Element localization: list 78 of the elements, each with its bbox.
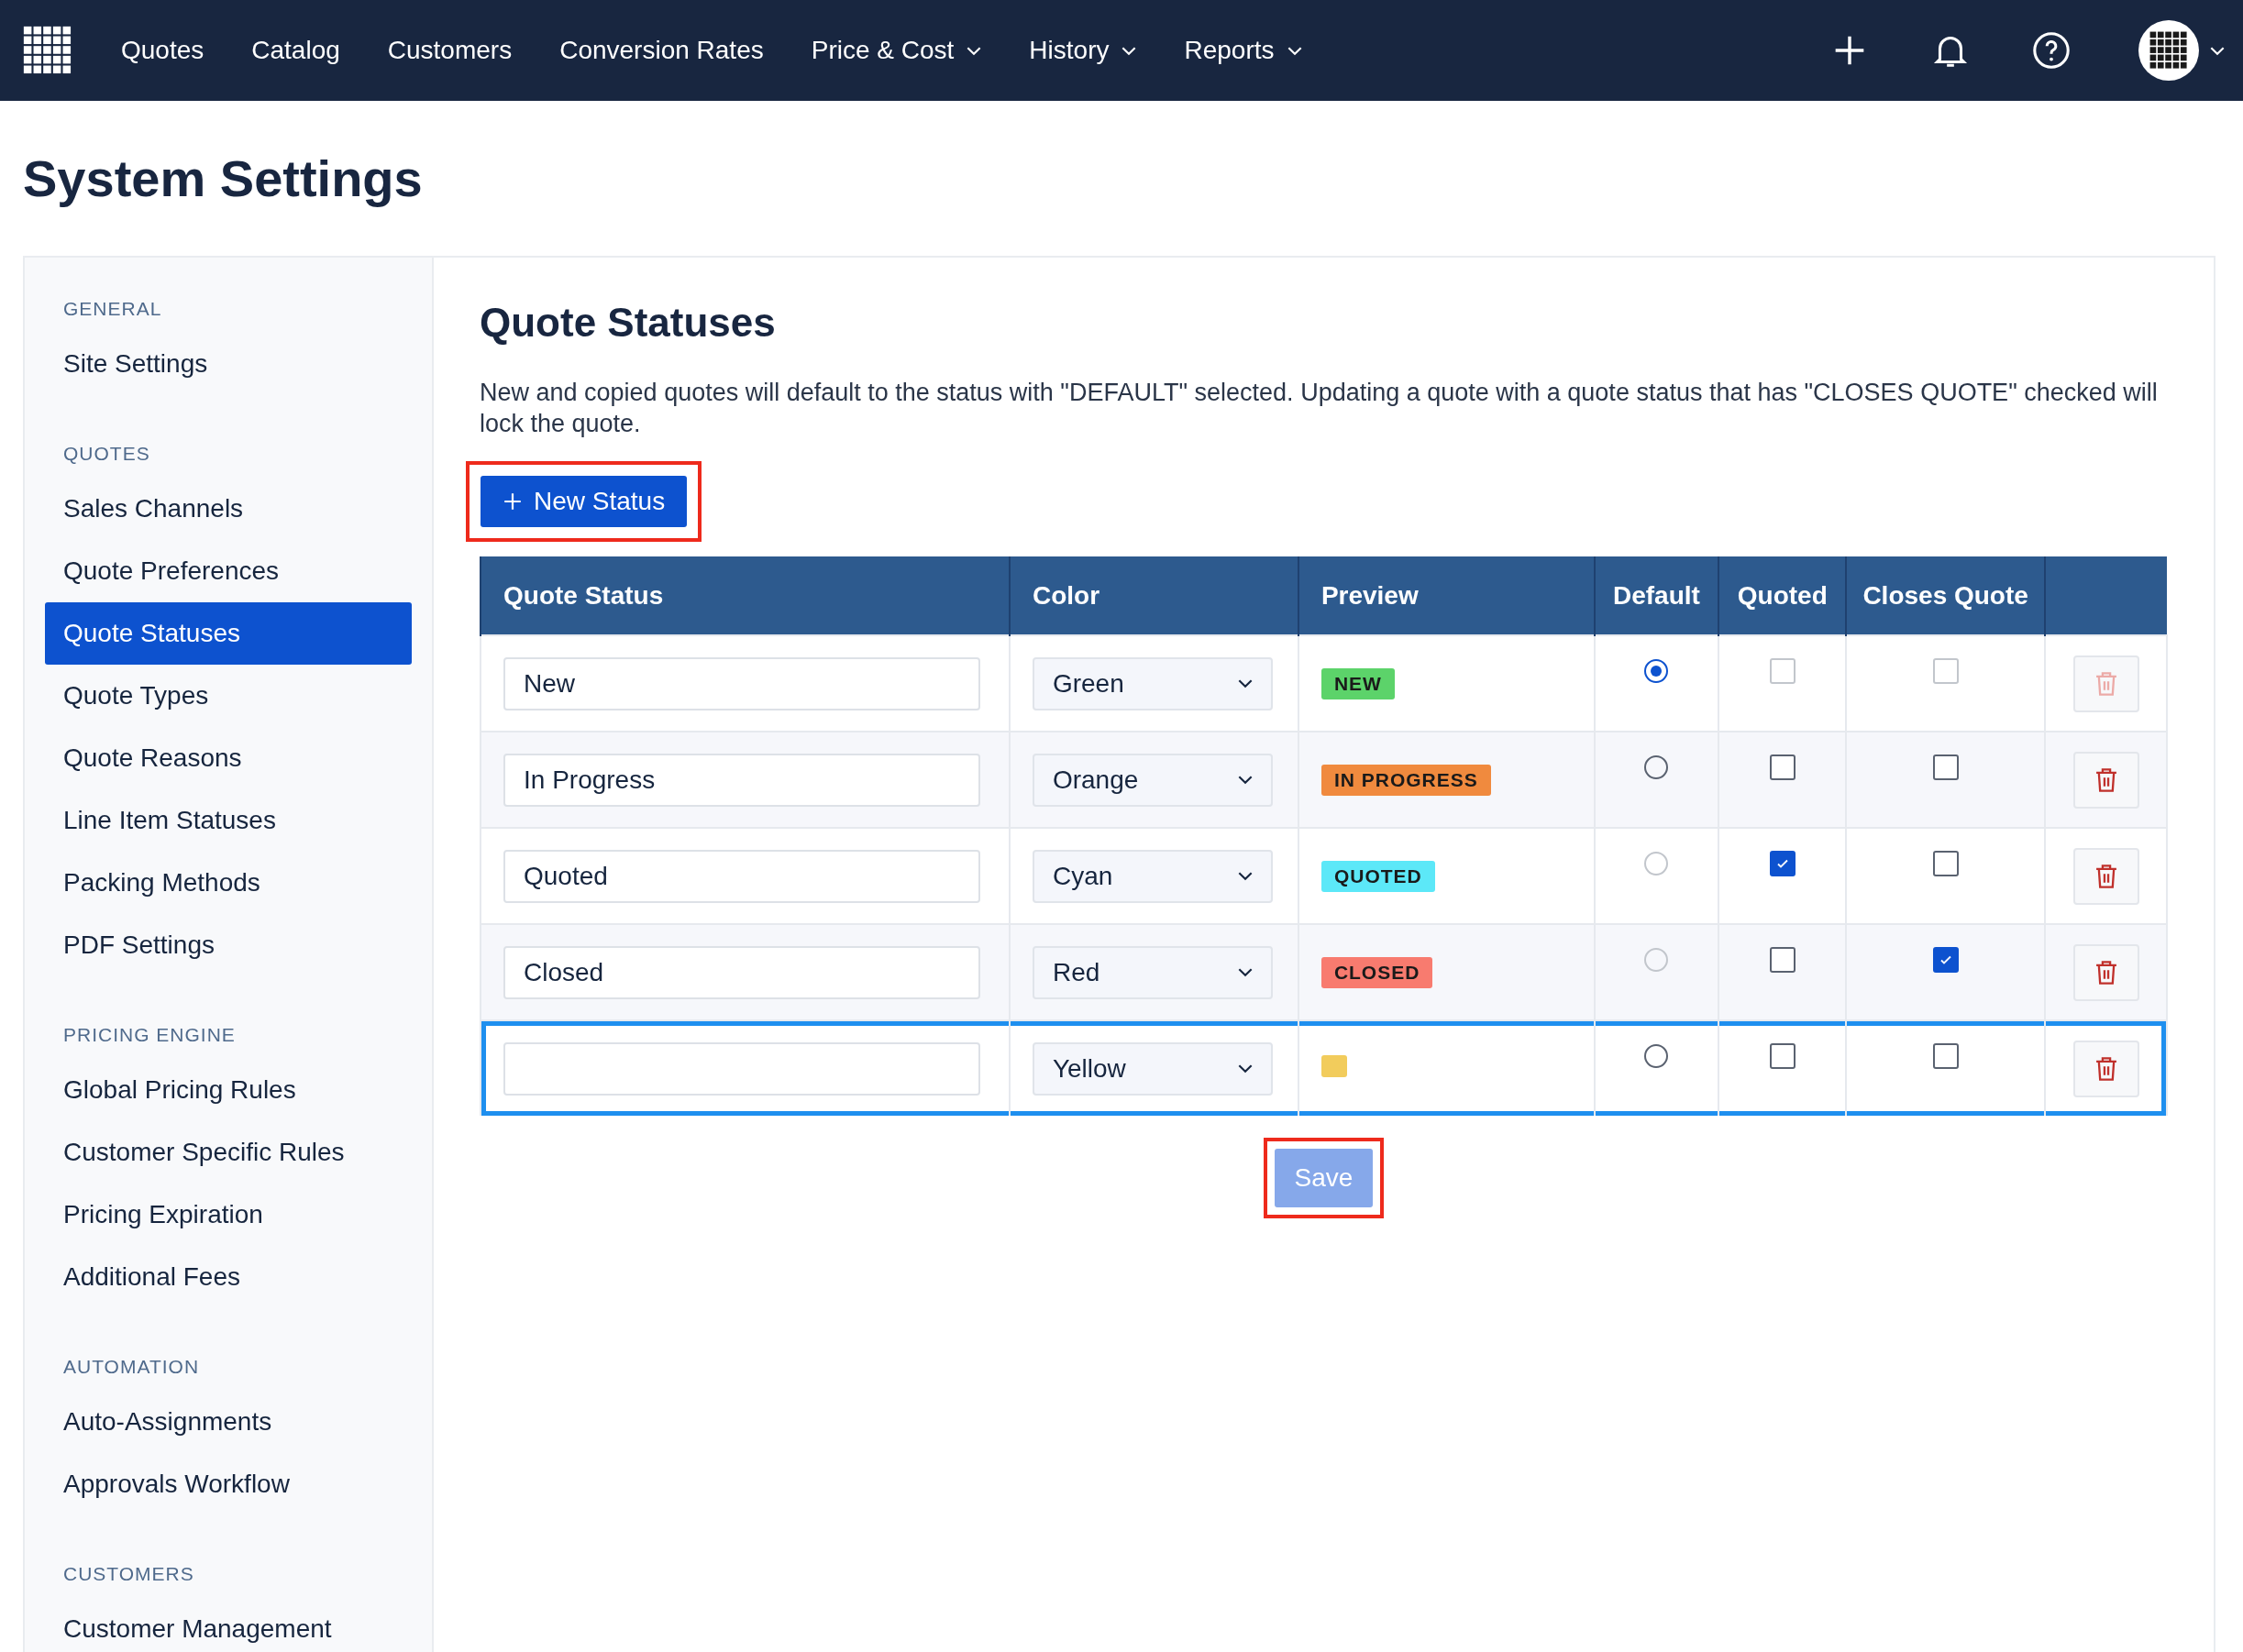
checkbox[interactable] — [1769, 947, 1796, 974]
sidebar-item[interactable]: Quote Types — [45, 665, 412, 727]
checkbox[interactable] — [1932, 947, 1959, 974]
color-dropdown[interactable]: Green — [1032, 656, 1273, 710]
default-radio[interactable] — [1644, 1044, 1669, 1069]
status-name-field[interactable] — [503, 1041, 980, 1096]
nav-link[interactable]: Conversion Rates — [536, 36, 788, 65]
nav-link[interactable]: History — [1005, 36, 1161, 65]
chevron-down-icon — [1237, 678, 1253, 688]
chevron-down-icon — [1287, 45, 1302, 56]
checkbox[interactable] — [1769, 1043, 1796, 1070]
status-name-field[interactable]: Closed — [503, 945, 980, 999]
chevron-down-icon — [1237, 967, 1253, 977]
sidebar-item[interactable]: Sales Channels — [45, 478, 412, 540]
sidebar-section-heading: AUTOMATION — [62, 1355, 201, 1379]
status-badge: CLOSED — [1320, 957, 1433, 988]
color-dropdown[interactable]: Cyan — [1032, 849, 1273, 903]
color-dropdown[interactable]: Yellow — [1032, 1041, 1273, 1096]
default-radio[interactable] — [1644, 659, 1669, 684]
status-badge: QUOTED — [1320, 861, 1435, 892]
column-header: Default — [1594, 556, 1719, 635]
column-header: Color — [1009, 556, 1298, 635]
nav-link[interactable]: Reports — [1160, 36, 1326, 65]
column-header: Quoted — [1718, 556, 1847, 635]
nav-link[interactable]: Customers — [363, 36, 536, 65]
chevron-down-icon — [1237, 1063, 1253, 1074]
nav-link[interactable]: Catalog — [227, 36, 364, 65]
sidebar-item[interactable]: Site Settings — [45, 333, 412, 395]
sidebar-item[interactable]: Quote Statuses — [45, 602, 412, 665]
color-dropdown[interactable]: Red — [1032, 945, 1273, 999]
chevron-down-icon — [1237, 775, 1253, 785]
page-title: System Settings — [23, 149, 424, 208]
sidebar-item[interactable]: Line Item Statuses — [45, 789, 412, 852]
sidebar-item[interactable]: Quote Reasons — [45, 727, 412, 789]
checkbox[interactable] — [1932, 851, 1959, 877]
nav-link[interactable]: Price & Cost — [787, 36, 1006, 65]
delete-button[interactable] — [2072, 751, 2139, 809]
sidebar-item[interactable]: Global Pricing Rules — [45, 1059, 412, 1121]
sidebar-section-heading: PRICING ENGINE — [62, 1023, 237, 1047]
column-header: Quote Status — [481, 556, 1010, 635]
chevron-down-icon — [1237, 871, 1253, 881]
sidebar-item[interactable]: Approvals Workflow — [45, 1453, 412, 1515]
status-badge: NEW — [1320, 668, 1395, 699]
chevron-down-icon — [2210, 45, 2225, 56]
sidebar-item[interactable]: Pricing Expiration — [45, 1184, 412, 1246]
checkbox[interactable] — [1769, 754, 1796, 781]
plus-icon — [503, 491, 523, 512]
help-icon[interactable] — [2030, 29, 2072, 72]
sidebar-item[interactable]: Auto-Assignments — [45, 1391, 412, 1453]
sidebar-item[interactable]: Customer Specific Rules — [45, 1121, 412, 1184]
sidebar-item[interactable]: Quote Preferences — [45, 540, 412, 602]
sidebar-item[interactable]: Packing Methods — [45, 852, 412, 914]
chevron-down-icon — [967, 45, 982, 56]
status-name-field[interactable]: In Progress — [503, 753, 980, 807]
sidebar-item[interactable]: Customer Management — [45, 1598, 412, 1652]
column-header: Closes Quote — [1846, 556, 2046, 635]
sidebar-item[interactable]: Additional Fees — [45, 1246, 412, 1308]
new-status-button[interactable]: New Status — [481, 476, 688, 527]
color-dropdown[interactable]: Orange — [1032, 753, 1273, 807]
column-header: Preview — [1298, 556, 1595, 635]
delete-button[interactable] — [2072, 847, 2139, 905]
section-title: Quote Statuses — [480, 300, 777, 346]
description-text: New and copied quotes will default to the status with "DEFAULT" selected. Updating a quote with a quote status that has "CLOSES QUOTE" checked will lock the quote. — [480, 378, 2159, 439]
delete-button[interactable] — [2072, 943, 2139, 1001]
sidebar-section-heading: CUSTOMERS — [62, 1562, 195, 1586]
sidebar-item[interactable]: PDF Settings — [45, 914, 412, 976]
default-radio[interactable] — [1644, 755, 1669, 780]
status-name-field[interactable]: Quoted — [503, 849, 980, 903]
checkbox[interactable] — [1932, 1043, 1959, 1070]
status-badge: IN PROGRESS — [1320, 765, 1491, 796]
sidebar-section-heading: QUOTES — [62, 442, 151, 466]
checkbox[interactable] — [1769, 851, 1796, 877]
sidebar-section-heading: GENERAL — [62, 297, 163, 321]
status-name-field[interactable]: New — [503, 656, 980, 710]
delete-button[interactable] — [2072, 1040, 2139, 1097]
checkbox[interactable] — [1932, 754, 1959, 781]
nav-link[interactable]: Quotes — [97, 36, 228, 65]
chevron-down-icon — [1122, 45, 1137, 56]
